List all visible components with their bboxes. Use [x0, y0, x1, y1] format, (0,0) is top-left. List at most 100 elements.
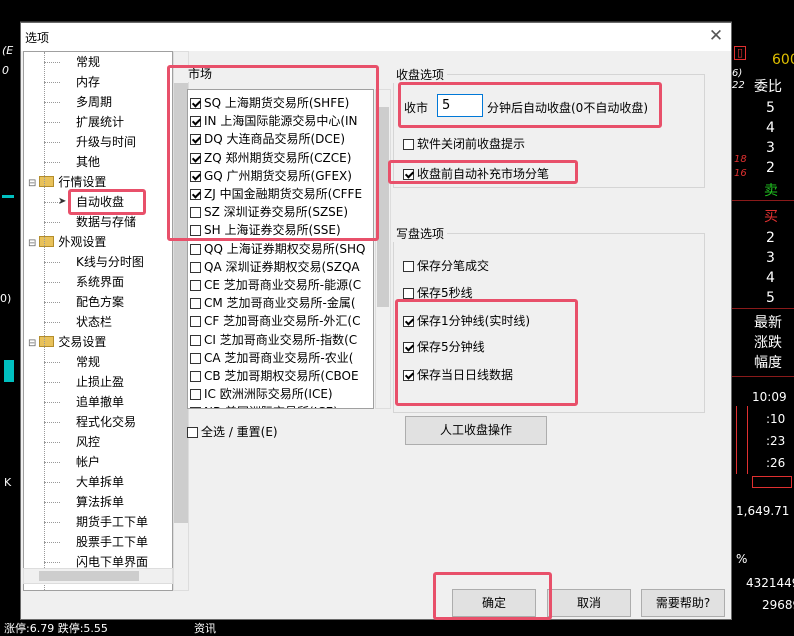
- tree-item[interactable]: 配色方案: [76, 292, 124, 312]
- tree-item-label: 状态栏: [76, 315, 113, 329]
- tree-item[interactable]: 升级与时间: [76, 132, 136, 152]
- market-item[interactable]: CB 芝加哥期权交易所(CBOE: [190, 367, 359, 385]
- tree-connector: [44, 282, 60, 283]
- tree-connector: [44, 102, 60, 103]
- close-icon[interactable]: ✕: [707, 27, 725, 45]
- divider: [732, 200, 794, 201]
- close-options-label: 收盘选项: [393, 66, 448, 83]
- tree-item[interactable]: ⊟ 交易设置: [28, 332, 106, 352]
- divider: [732, 376, 794, 377]
- time-label: :10: [766, 412, 786, 426]
- left-label: K: [4, 476, 12, 489]
- market-item-label: CA 芝加哥商业交易所-农业(: [204, 350, 354, 365]
- checkbox-icon[interactable]: [190, 407, 201, 408]
- level-number: 4: [766, 120, 775, 136]
- tree-item[interactable]: 大单拆单: [76, 472, 124, 492]
- cancel-button[interactable]: 取消: [547, 589, 631, 617]
- nav-arrows[interactable]: [752, 476, 792, 488]
- level-number: 4: [766, 270, 775, 286]
- market-item[interactable]: CI 芝加哥商业交易所-指数(C: [190, 331, 357, 349]
- range-label: 幅度: [754, 355, 782, 371]
- tree-item-label: 升级与时间: [76, 135, 137, 149]
- tree-item[interactable]: 其他: [76, 152, 100, 172]
- tree-item[interactable]: 系统界面: [76, 272, 124, 292]
- tree-connector: [44, 542, 60, 543]
- tree-item[interactable]: 止损止盈: [76, 372, 124, 392]
- tree-item-label: 常规: [76, 55, 101, 69]
- checkbox-icon[interactable]: [190, 389, 201, 401]
- write-option-checkbox[interactable]: 保存分笔成交: [403, 257, 489, 274]
- tree-item-label: 追单撤单: [76, 395, 125, 409]
- market-item-label: CM 芝加哥商业交易所-金属(: [204, 296, 356, 311]
- help-button[interactable]: 需要帮助?: [641, 589, 725, 617]
- highlight-auto-close-item: [68, 189, 146, 215]
- checkbox-icon[interactable]: [190, 243, 201, 255]
- bottom-price: 1,649.71: [736, 504, 790, 518]
- red-mark: 18: [734, 154, 747, 165]
- tree-item[interactable]: 状态栏: [76, 312, 112, 332]
- tree-item[interactable]: 追单撤单: [76, 392, 124, 412]
- collapse-icon[interactable]: ⊟: [28, 238, 36, 249]
- market-item[interactable]: NB 美国洲际交易所(ICE): [190, 403, 338, 408]
- tree-item[interactable]: 股票手工下单: [76, 532, 148, 552]
- checkbox-icon[interactable]: [190, 334, 201, 346]
- tree-item-label: 大单拆单: [76, 475, 125, 489]
- collapse-icon[interactable]: ⊟: [28, 338, 36, 349]
- tree-item[interactable]: 扩展统计: [76, 112, 124, 132]
- tree-item[interactable]: 内存: [76, 72, 100, 92]
- checkbox-icon[interactable]: [403, 288, 414, 299]
- checkbox-icon[interactable]: [190, 316, 201, 328]
- tree-connector: [44, 522, 60, 523]
- tree-hscroll-thumb[interactable]: [39, 571, 139, 581]
- level-number: 2: [766, 230, 775, 246]
- left-label: (E: [2, 44, 14, 57]
- market-item[interactable]: CA 芝加哥商业交易所-农业(: [190, 349, 353, 367]
- manual-close-button[interactable]: 人工收盘操作: [405, 416, 547, 445]
- tree-connector: [44, 162, 60, 163]
- collapse-icon[interactable]: ⊟: [28, 178, 36, 189]
- market-item[interactable]: QA 深圳证券期权交易(SZQA: [190, 258, 360, 276]
- tree-item[interactable]: 风控: [76, 432, 100, 452]
- tree-item[interactable]: 常规: [76, 52, 100, 72]
- tree-item-label: 风控: [76, 435, 101, 449]
- market-item[interactable]: CM 芝加哥商业交易所-金属(: [190, 294, 356, 312]
- select-all-checkbox[interactable]: 全选 / 重置(E): [187, 424, 278, 440]
- latest-label: 最新: [754, 315, 782, 331]
- checkbox-icon[interactable]: [190, 298, 201, 310]
- folder-icon: [39, 236, 55, 247]
- highlight-close-minutes: [398, 82, 662, 128]
- tree-item[interactable]: K线与分时图: [76, 252, 144, 272]
- settings-tree: 常规 内存 多周期 扩展统计 升级与时间 其他 ⊟ 行情设置 ➤ 自动收盘 数据与存储 ⊟ 外观设置 K线…: [23, 51, 173, 591]
- tree-item[interactable]: 数据与存储: [76, 212, 136, 232]
- checkbox-icon[interactable]: [187, 427, 198, 438]
- tree-item[interactable]: 帐户: [76, 452, 100, 472]
- checkbox-icon[interactable]: [403, 261, 414, 272]
- dialog-title-bar[interactable]: 选项 ✕: [21, 23, 731, 51]
- red-mark: 16: [734, 168, 747, 179]
- tree-connector: [44, 562, 60, 563]
- tree-item[interactable]: 程式化交易: [76, 412, 136, 432]
- tree-item[interactable]: 期货手工下单: [76, 512, 148, 532]
- tree-item[interactable]: 算法拆单: [76, 492, 124, 512]
- tree-item[interactable]: 多周期: [76, 92, 112, 112]
- checkbox-icon[interactable]: [403, 139, 414, 150]
- tree-item-label: 配色方案: [76, 295, 125, 309]
- tree-item-label: 其他: [76, 155, 101, 169]
- checkbox-icon[interactable]: [190, 371, 201, 382]
- tree-item[interactable]: ⊟ 外观设置: [28, 232, 106, 252]
- checkbox-icon[interactable]: [190, 280, 201, 291]
- market-item[interactable]: CE 芝加哥商业交易所-能源(C: [190, 276, 361, 294]
- bottom-pct: %: [736, 552, 748, 566]
- market-item[interactable]: CF 芝加哥商业交易所-外汇(C: [190, 312, 361, 330]
- checkbox-icon[interactable]: [190, 261, 201, 273]
- change-label: 涨跌: [754, 335, 782, 351]
- level-number: 5: [766, 290, 775, 306]
- checkbox-icon[interactable]: [190, 352, 201, 364]
- market-item[interactable]: IC 欧洲洲际交易所(ICE): [190, 385, 333, 403]
- close-prompt-checkbox[interactable]: 软件关闭前收盘提示: [403, 135, 525, 152]
- app-right-panel: 600 ▯ 委比 6) 22 5 4 3 2 18 16 卖 买 2 3 4 5…: [732, 0, 794, 634]
- pointer-icon: ➤: [58, 196, 67, 207]
- tree-item[interactable]: 常规: [76, 352, 100, 372]
- app-top-bar: ☰: [0, 0, 794, 22]
- market-item[interactable]: QQ 上海证券期权交易所(SHQ: [190, 240, 365, 258]
